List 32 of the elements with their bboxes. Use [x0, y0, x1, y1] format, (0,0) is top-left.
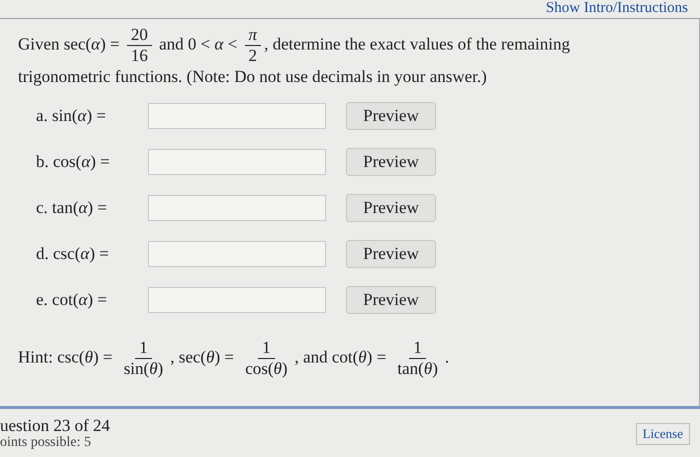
hint-text: , sec(θ) =	[170, 347, 235, 366]
preview-button[interactable]: Preview	[346, 194, 436, 222]
question-counter: uestion 23 of 24	[0, 417, 110, 435]
instructions-link[interactable]: Show Intro/Instructions	[546, 0, 688, 18]
preview-button[interactable]: Preview	[346, 286, 436, 314]
question-text: , determine the exact values of the remaining	[264, 34, 570, 54]
hint-text: Hint: csc(θ) =	[18, 347, 114, 366]
question-text: trigonometric functions. (Note: Do not use decimals in your answer.)	[18, 66, 487, 88]
hint-text: , and cot(θ) =	[294, 347, 388, 366]
license-link[interactable]: License	[636, 423, 690, 445]
question-text: and 0 < α <	[158, 34, 238, 54]
fraction: 1 sin(θ)	[122, 338, 164, 379]
answer-field[interactable]	[148, 103, 326, 129]
answer-label: b. cos(α) =	[36, 152, 111, 172]
answer-label: a. sin(α) =	[36, 106, 107, 126]
hint-text: .	[444, 347, 450, 366]
question-text: Given sec(α) =	[18, 34, 121, 54]
fraction: 1 cos(θ)	[244, 338, 289, 379]
answer-label: e. cot(α) =	[36, 290, 108, 310]
fraction: 1 tan(θ)	[396, 338, 439, 379]
fraction: π 2	[244, 25, 262, 66]
answer-label: d. csc(α) =	[36, 244, 110, 264]
preview-button[interactable]: Preview	[346, 102, 436, 130]
fraction: 20 16	[126, 25, 152, 66]
preview-button[interactable]: Preview	[346, 148, 436, 176]
points-text: oints possible: 5	[0, 435, 92, 451]
answer-field[interactable]	[148, 149, 326, 175]
answer-field[interactable]	[148, 287, 326, 313]
answer-field[interactable]	[148, 241, 326, 267]
answer-field[interactable]	[148, 195, 326, 221]
answer-label: c. tan(α) =	[36, 198, 108, 218]
preview-button[interactable]: Preview	[346, 240, 436, 268]
